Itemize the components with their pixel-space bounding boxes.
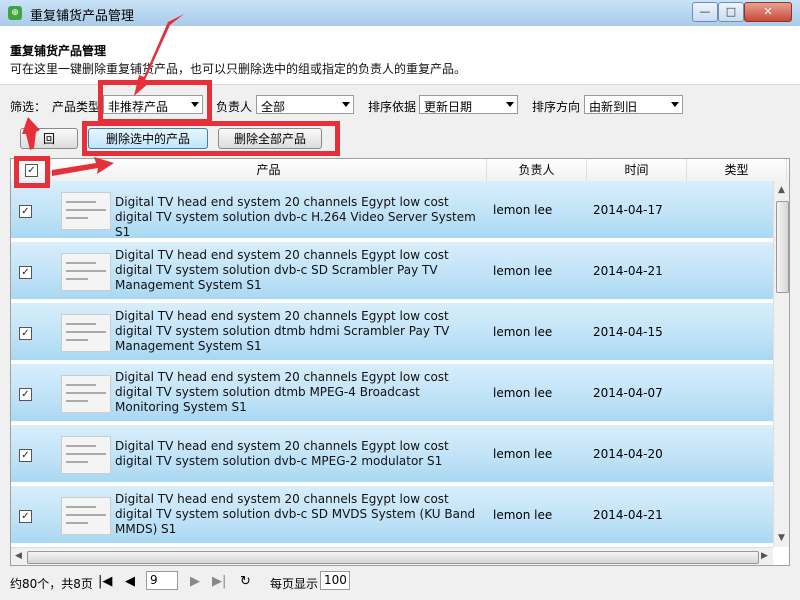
page-number-input[interactable]: 9 [146, 571, 178, 590]
annotation-arrow-top [134, 14, 184, 96]
annotation-arrow-right [52, 157, 114, 176]
prev-page-icon[interactable]: ◀ [125, 574, 135, 589]
per-page-input[interactable]: 100 [320, 571, 350, 590]
first-page-icon[interactable]: |◀ [98, 574, 112, 589]
last-page-icon[interactable]: ▶| [212, 574, 226, 589]
next-page-icon[interactable]: ▶ [190, 574, 200, 589]
status-bar: 约80个，共8页 |◀ ◀ 9 ▶ ▶| ↻ 每页显示 100 [0, 568, 800, 600]
refresh-icon[interactable]: ↻ [240, 574, 251, 589]
annotation-arrows [22, 14, 184, 176]
annotation-arrow-left [22, 117, 40, 150]
pagination-summary: 约80个，共8页 [10, 577, 93, 591]
per-page-label: 每页显示 [270, 577, 319, 591]
